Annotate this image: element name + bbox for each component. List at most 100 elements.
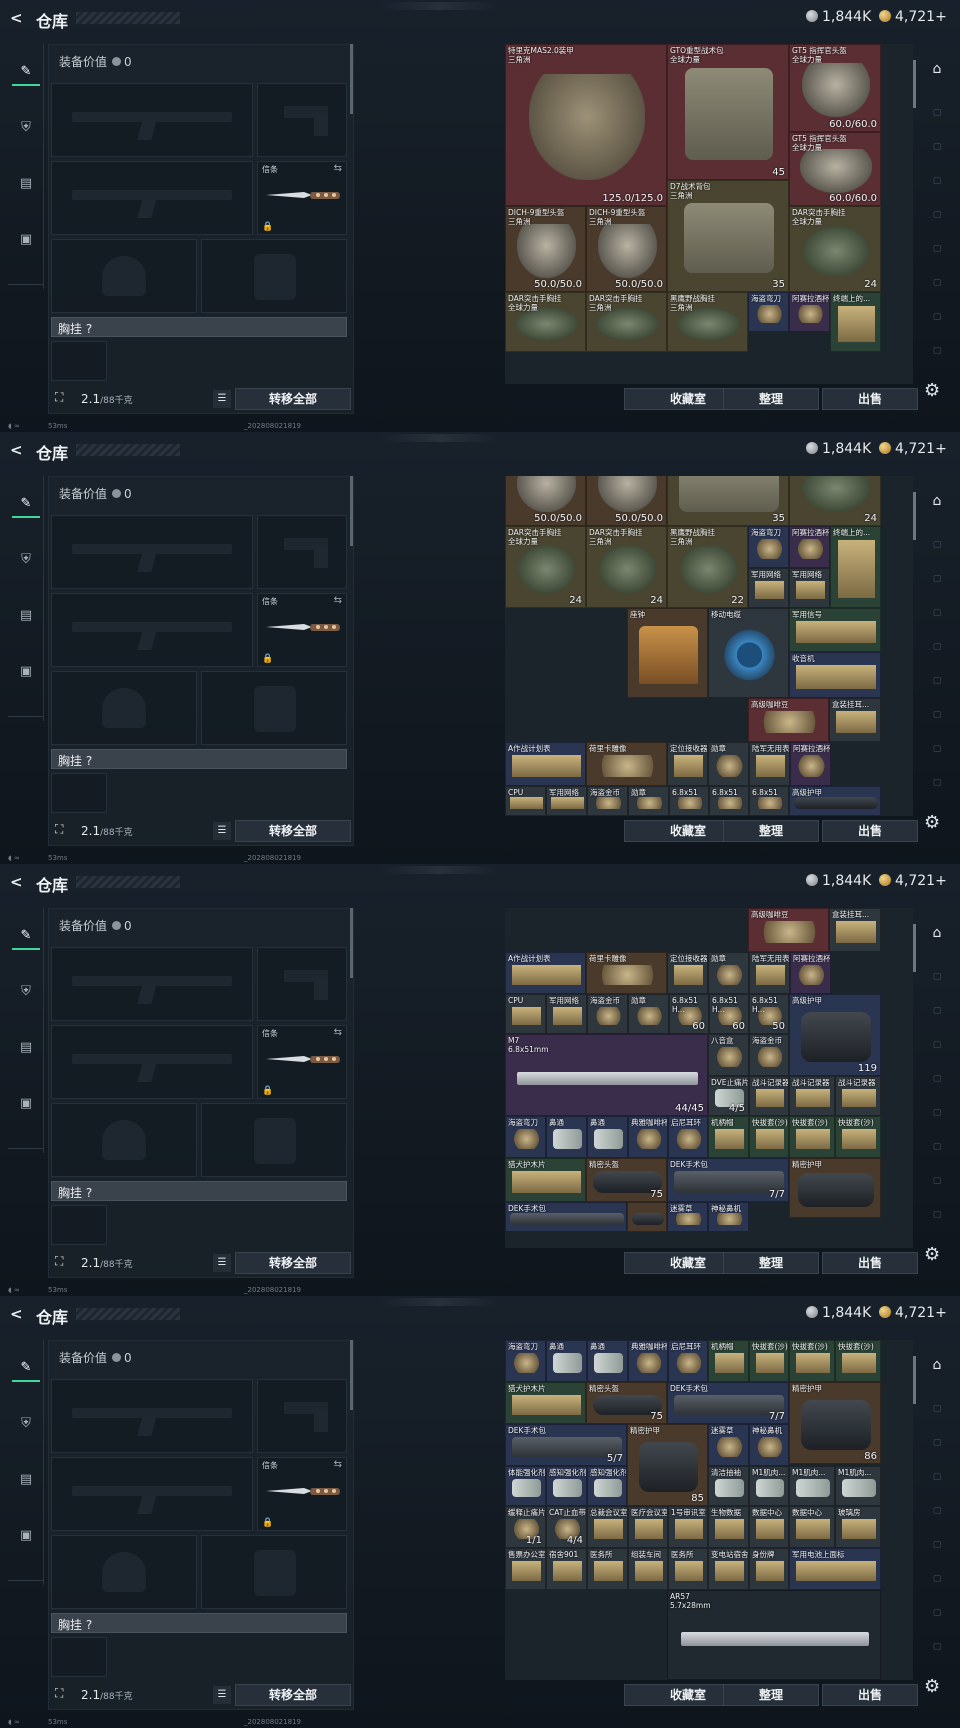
- stash-item[interactable]: 快拔套(沙): [749, 1116, 789, 1158]
- stash-item[interactable]: 体能强化剂: [505, 1466, 546, 1506]
- chest-rig-header[interactable]: 胸挂 ?: [51, 1181, 347, 1201]
- stash-item[interactable]: 战斗记录器: [835, 1076, 881, 1116]
- stash-item[interactable]: GT5 指挥官头盔 全球力量 60.0/60.0: [789, 44, 881, 132]
- list-view-icon[interactable]: ☰: [213, 1686, 231, 1704]
- stash-item[interactable]: 神秘鼻机: [708, 1202, 749, 1232]
- stash-page-tab[interactable]: ▢: [926, 136, 948, 158]
- stash-page-tab[interactable]: ▢: [926, 670, 948, 692]
- chest-rig-header[interactable]: 胸挂 ?: [51, 1613, 347, 1633]
- settings-gear-icon[interactable]: ⚙: [924, 1676, 940, 1697]
- armor-slot[interactable]: [201, 1103, 347, 1177]
- stash-item[interactable]: 移动电缆: [708, 608, 789, 698]
- stash-item[interactable]: A作战计划表: [505, 742, 586, 786]
- stash-warehouse-icon[interactable]: ⌂: [926, 58, 948, 80]
- stash-item[interactable]: 勋章: [708, 742, 749, 786]
- transfer-all-button[interactable]: 转移全部: [235, 1252, 351, 1274]
- stash-grid[interactable]: 高级咖啡豆 盒装挂耳... A作战计划表 荷里卡雕像 定位接收器 勋章 陆军无用表 阿赛拉酒杯…: [505, 908, 913, 1248]
- stash-page-tab[interactable]: ▢: [926, 1534, 948, 1556]
- back-chevron-icon[interactable]: <: [10, 442, 26, 458]
- sort-button[interactable]: 整理: [723, 820, 819, 842]
- stash-item[interactable]: 总裁会议室: [587, 1506, 628, 1548]
- stash-scrollbar[interactable]: [913, 924, 916, 972]
- stash-item[interactable]: 神秘鼻机: [749, 1424, 789, 1466]
- stash-item[interactable]: 缓释止痛片 1/1: [505, 1506, 546, 1548]
- stash-item[interactable]: 6.8x51: [709, 786, 749, 816]
- stash-item[interactable]: 玻璃房: [835, 1506, 881, 1548]
- tab-armor[interactable]: ⛨: [12, 114, 40, 142]
- stash-item[interactable]: 精密护甲 85: [627, 1424, 708, 1506]
- tab-clipboard[interactable]: ▤: [12, 1034, 40, 1062]
- stash-item[interactable]: 座钟: [627, 608, 708, 698]
- stash-page-tab[interactable]: ▢: [926, 238, 948, 260]
- stash-item[interactable]: 典雅咖啡杯: [628, 1340, 668, 1382]
- stash-item[interactable]: 医疗会议室: [628, 1506, 668, 1548]
- chest-rig-slot[interactable]: [51, 773, 107, 813]
- stash-item[interactable]: 35: [667, 476, 789, 526]
- stash-page-tab[interactable]: ▢: [926, 1000, 948, 1022]
- primary-weapon-slot[interactable]: [51, 83, 253, 157]
- chest-rig-slot[interactable]: [51, 1637, 107, 1677]
- stash-item[interactable]: 黑鹰野战胸挂 三角洲: [667, 292, 748, 352]
- armor-slot[interactable]: [201, 1535, 347, 1609]
- left-scrollbar[interactable]: [350, 44, 353, 114]
- stash-item[interactable]: DAR突击手胸挂 三角洲 24: [586, 526, 667, 608]
- tab-armor[interactable]: ⛨: [12, 546, 40, 574]
- sort-button[interactable]: 整理: [723, 388, 819, 410]
- currency-gold[interactable]: 4,721+: [879, 9, 947, 25]
- stash-item[interactable]: 收音机: [789, 652, 881, 698]
- stash-item[interactable]: 定位接收器: [667, 742, 708, 786]
- chest-rig-header[interactable]: 胸挂 ?: [51, 317, 347, 337]
- tab-clipboard[interactable]: ▤: [12, 602, 40, 630]
- stash-item[interactable]: 高级护甲 119: [789, 994, 881, 1076]
- stash-item[interactable]: 海盗金币: [749, 1034, 789, 1076]
- swap-icon[interactable]: ⇆: [334, 1027, 342, 1038]
- stash-item[interactable]: 勋章: [628, 994, 669, 1034]
- stash-page-tab[interactable]: ▢: [926, 1466, 948, 1488]
- stash-page-tab[interactable]: ▢: [926, 340, 948, 362]
- settings-gear-icon[interactable]: ⚙: [924, 812, 940, 833]
- stash-item[interactable]: 精密护甲: [789, 1158, 881, 1218]
- tab-clipboard[interactable]: ▤: [12, 170, 40, 198]
- stash-item[interactable]: 黑鹰野战胸挂 三角洲 22: [667, 526, 748, 608]
- stash-item[interactable]: 医务所: [587, 1548, 628, 1590]
- stash-item[interactable]: [627, 1202, 667, 1232]
- stash-item[interactable]: DEK手术包: [505, 1202, 627, 1232]
- tab-weapon-loadout[interactable]: ✎: [12, 922, 40, 950]
- stash-item[interactable]: 八音盒: [708, 1034, 749, 1076]
- stash-item[interactable]: GTO重型战术包 全球力量 45: [667, 44, 789, 180]
- stash-page-tab[interactable]: ▢: [926, 1170, 948, 1192]
- stash-item[interactable]: 6.8x51 H... 50: [749, 994, 789, 1034]
- stash-item[interactable]: M1肌肉...: [835, 1466, 881, 1506]
- stash-item[interactable]: 勋章: [628, 786, 669, 816]
- stash-item[interactable]: 军用网络: [748, 568, 789, 608]
- stash-item[interactable]: 鼻通: [587, 1340, 628, 1382]
- stash-item[interactable]: 鼻通: [546, 1340, 587, 1382]
- tab-armor[interactable]: ⛨: [12, 1410, 40, 1438]
- stash-page-tab[interactable]: ▢: [926, 772, 948, 794]
- stash-item[interactable]: 快拔套(沙): [749, 1340, 789, 1382]
- stash-item[interactable]: 军用网络: [546, 786, 587, 816]
- stash-item[interactable]: 6.8x51 H... 60: [669, 994, 709, 1034]
- swap-icon[interactable]: ⇆: [334, 163, 342, 174]
- tab-briefcase[interactable]: ▣: [12, 1522, 40, 1550]
- sell-button[interactable]: 出售: [822, 1252, 918, 1274]
- stash-item[interactable]: M7 6.8x51mm 44/45: [505, 1034, 708, 1116]
- sort-button[interactable]: 整理: [723, 1252, 819, 1274]
- stash-page-tab[interactable]: ▢: [926, 1068, 948, 1090]
- stash-item[interactable]: 海盗弯刀: [748, 526, 789, 568]
- stash-item[interactable]: 海盗弯刀: [748, 292, 789, 332]
- settings-gear-icon[interactable]: ⚙: [924, 1244, 940, 1265]
- stash-item[interactable]: A作战计划表: [505, 952, 586, 994]
- tab-clipboard[interactable]: ▤: [12, 1466, 40, 1494]
- stash-page-tab[interactable]: ▢: [926, 1398, 948, 1420]
- stash-item[interactable]: DAR突击手胸挂 三角洲: [586, 292, 667, 352]
- stash-item[interactable]: 阿赛拉酒杯: [789, 526, 830, 568]
- stash-scrollbar[interactable]: [913, 60, 916, 108]
- stash-item[interactable]: CAT止血带 4/4: [546, 1506, 587, 1548]
- stash-item[interactable]: 盒装挂耳...: [829, 908, 881, 952]
- sort-button[interactable]: 整理: [723, 1684, 819, 1706]
- helmet-slot[interactable]: [51, 239, 197, 313]
- stash-item[interactable]: 高级咖啡豆: [748, 698, 829, 742]
- stash-scrollbar[interactable]: [913, 492, 916, 540]
- tab-weapon-loadout[interactable]: ✎: [12, 1354, 40, 1382]
